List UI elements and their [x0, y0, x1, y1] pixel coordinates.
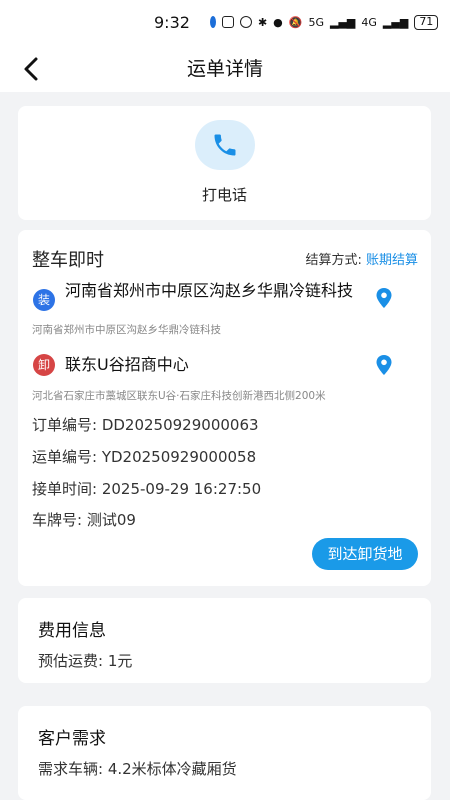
nav-bar: 运单详情	[0, 44, 450, 92]
call-button[interactable]	[195, 120, 255, 170]
fee-title: 费用信息	[38, 621, 106, 641]
waybill-number: 运单编号: YD20250929000058	[32, 448, 257, 466]
estimated-fee: 预估运费: 1元	[38, 652, 133, 670]
location-icon: ●	[273, 15, 283, 29]
mute-icon: 🔕	[288, 15, 303, 29]
unload-tag: 卸	[33, 354, 55, 376]
contact-card: 打电话	[18, 106, 431, 220]
accept-time: 接单时间: 2025-09-29 16:27:50	[32, 480, 262, 498]
requirements-card: 客户需求 需求车辆: 4.2米标体冷藏厢货	[18, 706, 431, 800]
status-time: 9:32	[154, 12, 190, 32]
arrive-unload-button[interactable]: 到达卸货地	[312, 538, 418, 570]
call-label[interactable]: 打电话	[18, 184, 431, 205]
order-card: 整车即时 结算方式: 账期结算 装 河南省郑州市中原区沟赵乡华鼎冷链科技 河南省…	[18, 230, 431, 586]
battery-icon: 71	[414, 14, 439, 30]
status-bar: 9:32 ✱ ● 🔕 5G ▂▄▆ 4G ▂▄▆ 71	[0, 0, 450, 44]
settlement-value: 账期结算	[365, 253, 418, 268]
network-5g-label: 5G	[308, 15, 324, 29]
unload-address-detail: 河北省石家庄市藁城区联东U谷·石家庄科技创新港西北侧200米	[32, 390, 326, 402]
bluetooth-icon: ✱	[257, 15, 268, 29]
alarm-icon	[239, 16, 252, 28]
signal-icon: ▂▄▆	[330, 15, 356, 29]
fee-card: 费用信息 预估运费: 1元	[18, 598, 431, 683]
order-number: 订单编号: DD20250929000063	[32, 416, 259, 434]
location-pin-icon[interactable]	[375, 287, 393, 309]
required-vehicle: 需求车辆: 4.2米标体冷藏厢货	[38, 760, 237, 778]
app-blue-ring-icon	[209, 16, 216, 28]
phone-icon	[214, 134, 236, 156]
load-address-detail: 河南省郑州市中原区沟赵乡华鼎冷链科技	[32, 324, 221, 336]
network-4g-label: 4G	[361, 15, 377, 29]
load-address-name: 河南省郑州市中原区沟赵乡华鼎冷链科技	[65, 281, 354, 300]
order-type: 整车即时	[32, 250, 104, 271]
settlement-info: 结算方式: 账期结算	[305, 249, 418, 268]
nfc-icon	[221, 16, 234, 28]
settlement-label: 结算方式:	[305, 253, 362, 268]
signal-icon: ▂▄▆	[382, 15, 409, 29]
status-icons: ✱ ● 🔕 5G ▂▄▆ 4G ▂▄▆ 71	[221, 14, 439, 30]
load-tag: 装	[33, 289, 55, 311]
page-title: 运单详情	[186, 58, 263, 80]
location-pin-icon[interactable]	[375, 354, 393, 376]
requirements-title: 客户需求	[38, 729, 106, 749]
unload-address-name: 联东U谷招商中心	[65, 355, 189, 374]
plate-number: 车牌号: 测试09	[32, 511, 136, 529]
